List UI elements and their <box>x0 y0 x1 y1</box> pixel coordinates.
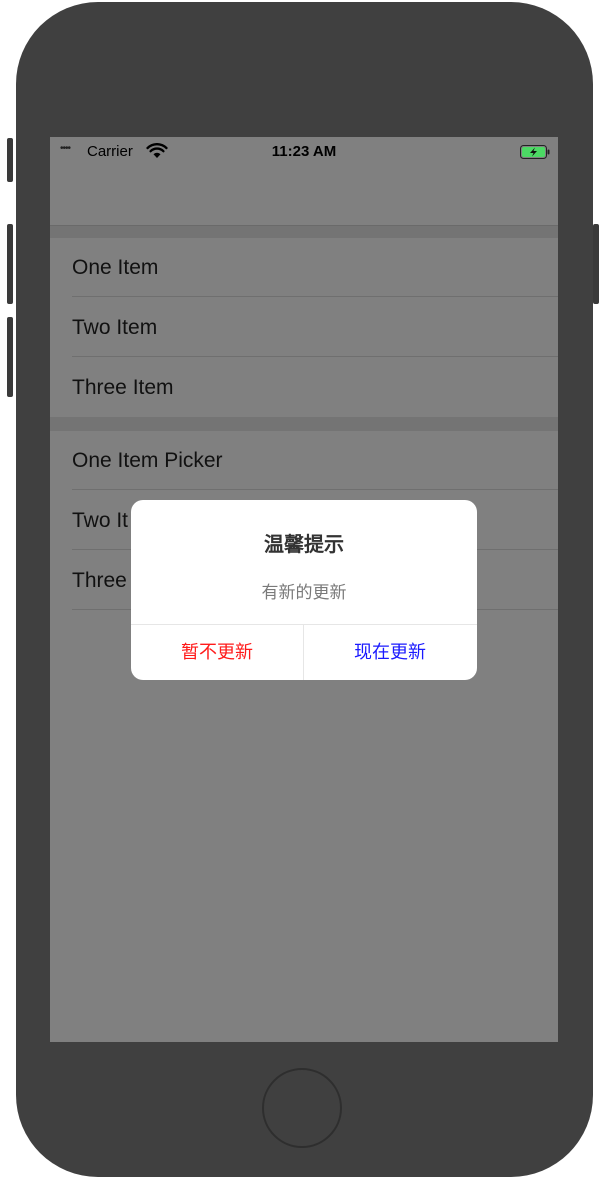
battery-charging-icon <box>520 145 550 159</box>
row-separator <box>72 489 558 490</box>
home-button[interactable] <box>262 1068 342 1148</box>
update-now-button[interactable]: 现在更新 <box>304 625 476 680</box>
list-item-label: Three Item <box>72 376 174 399</box>
status-bar: •••• Carrier 11:23 AM <box>50 137 558 165</box>
section-header-gap <box>50 417 558 431</box>
list-item-label: Two Item <box>72 316 158 339</box>
list-item-two-item[interactable]: Two Item <box>50 298 558 357</box>
list-item-label: One Item Picker <box>72 449 223 472</box>
alert-message: 有新的更新 <box>261 583 347 602</box>
volume-up-button <box>7 224 13 304</box>
not-now-update-button[interactable]: 暂不更新 <box>131 625 303 680</box>
alert-title: 温馨提示 <box>264 534 344 556</box>
list-item-one-item-picker[interactable]: One Item Picker <box>50 431 558 490</box>
row-separator <box>72 296 558 297</box>
update-alert-dialog: 温馨提示 有新的更新 暂不更新 现在更新 <box>131 500 477 680</box>
navigation-bar <box>50 165 558 226</box>
section-header-gap <box>50 226 558 238</box>
list-item-three-item[interactable]: Three Item <box>50 358 558 417</box>
list-item-label: One Item <box>72 256 159 279</box>
row-separator <box>72 356 558 357</box>
list-item-label: Three <box>72 569 127 592</box>
power-button <box>593 224 599 304</box>
volume-down-button <box>7 317 13 397</box>
status-time: 11:23 AM <box>271 143 337 160</box>
mute-switch <box>7 138 13 182</box>
list-item-label: Two It <box>72 509 129 532</box>
list-item-one-item[interactable]: One Item <box>50 238 558 297</box>
